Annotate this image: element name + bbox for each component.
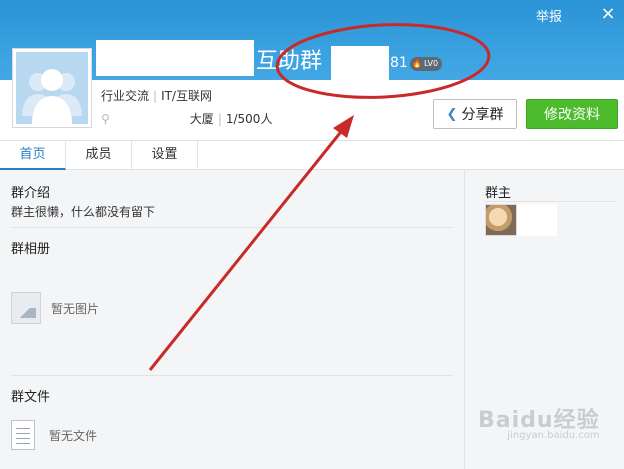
- intro-title: 群介绍: [11, 186, 51, 201]
- owner-name-redacted: [517, 204, 557, 236]
- group-title: 互助群: [256, 49, 323, 74]
- flame-icon: 🔥: [412, 59, 422, 68]
- album-empty-row: 暂无图片: [11, 292, 99, 324]
- owner-avatar[interactable]: [485, 204, 517, 236]
- owner-divider: [485, 201, 615, 202]
- location-separator: |: [217, 112, 222, 126]
- tag-category: 行业交流: [101, 89, 150, 103]
- tab-home[interactable]: 首页: [0, 141, 66, 170]
- share-label: 分享群: [461, 107, 504, 123]
- files-title: 群文件: [11, 390, 51, 405]
- tab-bar: 首页 成员 设置: [0, 140, 624, 170]
- group-id-redacted: [331, 46, 389, 80]
- tab-members[interactable]: 成员: [66, 141, 132, 170]
- group-id-tail: 81: [390, 55, 408, 71]
- group-avatar[interactable]: [12, 48, 92, 128]
- main-content: 群介绍 群主很懒，什么都没有留下 群相册 暂无图片 群文件 暂无文件: [0, 170, 464, 469]
- tab-settings[interactable]: 设置: [132, 141, 198, 170]
- files-empty-text: 暂无文件: [49, 428, 98, 443]
- files-empty-row: 暂无文件: [11, 420, 97, 450]
- group-name-redacted: [96, 40, 254, 76]
- album-empty-text: 暂无图片: [51, 301, 100, 316]
- level-badge[interactable]: 🔥 LV0: [410, 57, 443, 71]
- level-label: LV0: [423, 59, 439, 68]
- section-divider: [11, 227, 453, 228]
- image-placeholder-icon: [11, 292, 41, 324]
- tag-industry: IT/互联网: [161, 89, 212, 103]
- tag-separator: |: [153, 89, 158, 103]
- group-tags: 行业交流 | IT/互联网: [101, 87, 212, 104]
- group-location-row: ⚲ 大厦 | 1/500人: [101, 110, 272, 127]
- section-divider: [11, 375, 453, 376]
- member-count: 1/500人: [225, 112, 273, 126]
- group-avatar-icon: [16, 52, 88, 124]
- album-title: 群相册: [11, 242, 51, 257]
- location-pin-icon: ⚲: [101, 112, 110, 126]
- watermark-logo: Baidu经验 jingyan.baidu.com: [478, 402, 600, 441]
- edit-profile-button[interactable]: 修改资料: [526, 99, 618, 129]
- intro-text: 群主很懒，什么都没有留下: [11, 205, 156, 219]
- edit-label: 修改资料: [544, 107, 600, 123]
- share-group-button[interactable]: ❮ 分享群: [433, 99, 517, 129]
- share-icon: ❮: [446, 106, 458, 122]
- owner-title: 群主: [485, 186, 512, 201]
- close-button[interactable]: ×: [596, 3, 620, 25]
- group-location: 大厦: [189, 112, 214, 126]
- report-link[interactable]: 举报: [536, 6, 562, 25]
- document-icon: [11, 420, 35, 450]
